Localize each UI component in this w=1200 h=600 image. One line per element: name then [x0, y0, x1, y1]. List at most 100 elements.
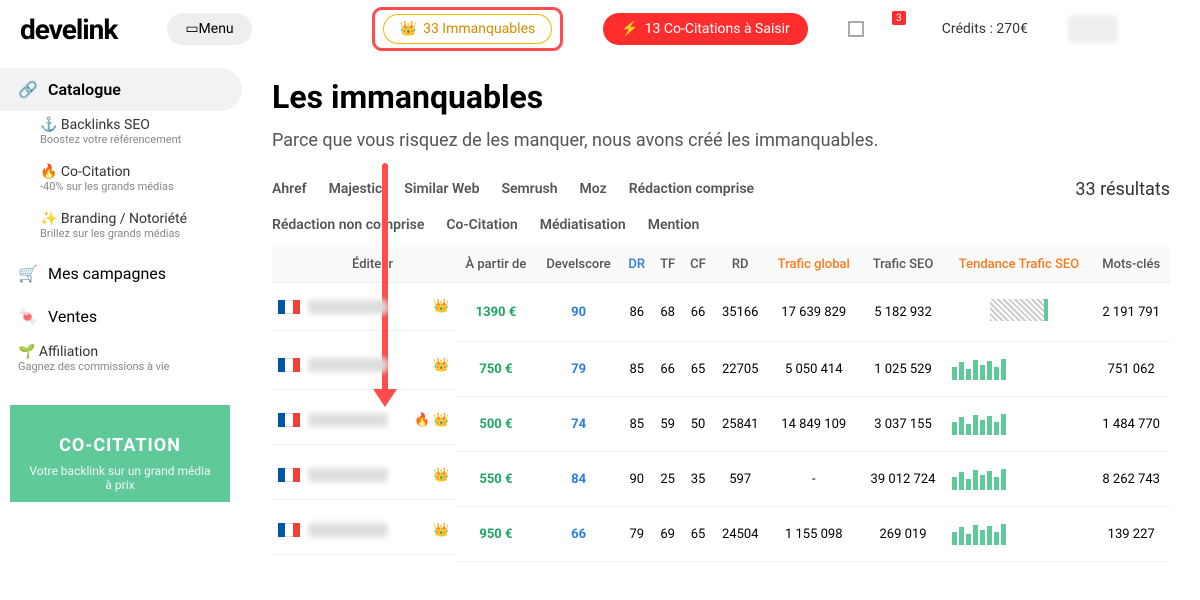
cell-traffic-global: -	[767, 452, 860, 507]
cell-rd2: 24504	[713, 507, 767, 562]
col-traffic-seo[interactable]: Trafic SEO	[860, 247, 945, 283]
row-badges: 👑	[433, 299, 449, 314]
editor-name-blurred	[308, 468, 388, 482]
cell-develscore: 84	[536, 452, 621, 507]
results-count: 33 résultats	[1075, 179, 1170, 200]
promo-banner[interactable]: CO-CITATION Votre backlink sur un grand …	[10, 405, 230, 502]
cell-price: 950 €	[456, 507, 537, 562]
filter-item[interactable]: Ahref	[272, 177, 307, 201]
cell-tf: 79	[621, 507, 653, 562]
filter-item[interactable]: Rédaction non comprise	[272, 213, 424, 237]
cell-cf: 68	[653, 283, 683, 342]
notifications-icon[interactable]: 3	[884, 19, 902, 39]
col-from[interactable]: À partir de	[456, 247, 537, 283]
table-row[interactable]: 👑550 €84902535597-39 012 7248 262 743	[272, 452, 1170, 507]
cart-icon: 🛒	[18, 264, 38, 283]
col-cf[interactable]: CF	[683, 247, 714, 283]
results-table: Éditeur À partir de Develscore DR TF CF …	[272, 247, 1170, 562]
immanquables-highlight: 👑 33 Immanquables	[372, 7, 564, 51]
table-row[interactable]: 🔥 👑500 €748559502584114 849 1093 037 155…	[272, 397, 1170, 452]
flag-fr-icon	[278, 300, 300, 314]
flag-fr-icon	[278, 523, 300, 537]
square-icon[interactable]	[848, 21, 864, 37]
sidebar-item-campagnes[interactable]: 🛒 Mes campagnes	[0, 252, 242, 295]
row-badges: 🔥 👑	[414, 413, 450, 428]
notification-count: 3	[892, 11, 906, 25]
promo-title: CO-CITATION	[28, 435, 212, 456]
avatar[interactable]	[1068, 15, 1118, 43]
immanquables-button[interactable]: 👑 33 Immanquables	[383, 14, 553, 44]
sidebar-item-label: Ventes	[48, 307, 97, 326]
table-row[interactable]: 👑750 €79856665227055 050 4141 025 529751…	[272, 342, 1170, 397]
cell-rd: 65	[683, 342, 714, 397]
flag-fr-icon	[278, 468, 300, 482]
cell-traffic-seo: 269 019	[860, 507, 945, 562]
filter-item[interactable]: Majestic	[329, 177, 383, 201]
cell-traffic-seo: 1 025 529	[860, 342, 945, 397]
cell-traffic-global: 5 050 414	[767, 342, 860, 397]
sales-icon: 🍬	[18, 307, 38, 326]
cell-develscore: 74	[536, 397, 621, 452]
cell-cf: 69	[653, 507, 683, 562]
sidebar-sub-backlinks[interactable]: ⚓ Backlinks SEO Boostez votre référencem…	[0, 111, 242, 158]
filter-item[interactable]: Rédaction comprise	[629, 177, 754, 201]
table-row[interactable]: 👑1390 €908668663516617 639 8295 182 9322…	[272, 283, 1170, 342]
cell-trend	[946, 507, 1093, 562]
cell-tf: 85	[621, 342, 653, 397]
sidebar-item-affiliation[interactable]: 🌱 Affiliation Gagnez des commissions à v…	[0, 338, 242, 385]
filter-row: Ahref Majestic Similar Web Semrush Moz R…	[272, 177, 1170, 237]
filter-item[interactable]: Médiatisation	[540, 213, 626, 237]
col-tf[interactable]: TF	[653, 247, 683, 283]
col-keywords[interactable]: Mots-clés	[1092, 247, 1170, 283]
editor-name-blurred	[308, 358, 388, 372]
row-badges: 👑	[433, 468, 449, 483]
cell-keywords: 8 262 743	[1092, 452, 1170, 507]
cell-trend	[946, 283, 1093, 342]
cell-rd2: 25841	[713, 397, 767, 452]
page-title: Les immanquables	[272, 78, 1170, 116]
sidebar-sub-cocitation[interactable]: 🔥 Co-Citation -40% sur les grands médias	[0, 158, 242, 205]
cell-traffic-seo: 39 012 724	[860, 452, 945, 507]
cell-tf: 86	[621, 283, 653, 342]
link-icon: 🔗	[18, 80, 38, 99]
cell-rd: 66	[683, 283, 714, 342]
credits-label: Crédits : 270€	[942, 21, 1028, 37]
sidebar-item-catalogue[interactable]: 🔗 Catalogue	[0, 68, 242, 111]
filter-item[interactable]: Moz	[580, 177, 607, 201]
cell-trend	[946, 342, 1093, 397]
cocitations-button[interactable]: ⚡ 13 Co-Citations à Saisir	[603, 13, 808, 45]
filter-item[interactable]: Similar Web	[404, 177, 479, 201]
cell-rd2: 597	[713, 452, 767, 507]
row-badges: 👑	[433, 523, 449, 538]
cell-traffic-global: 1 155 098	[767, 507, 860, 562]
row-badges: 👑	[433, 358, 449, 373]
sidebar-item-ventes[interactable]: 🍬 Ventes	[0, 295, 242, 338]
cell-rd2: 35166	[713, 283, 767, 342]
cell-cf: 59	[653, 397, 683, 452]
menu-button[interactable]: ▭Menu	[167, 13, 251, 45]
col-trend[interactable]: Tendance Trafic SEO	[946, 247, 1093, 283]
sidebar-item-label: Catalogue	[48, 80, 121, 99]
cell-rd: 50	[683, 397, 714, 452]
col-dr[interactable]: DR	[621, 247, 653, 283]
cell-traffic-seo: 3 037 155	[860, 397, 945, 452]
col-develscore[interactable]: Develscore	[536, 247, 621, 283]
cell-trend	[946, 397, 1093, 452]
cell-price: 1390 €	[456, 283, 537, 342]
cell-cf: 66	[653, 342, 683, 397]
cell-rd2: 22705	[713, 342, 767, 397]
col-editor[interactable]: Éditeur	[272, 247, 456, 283]
sidebar-sub-branding[interactable]: ✨ Branding / Notoriété Brillez sur les g…	[0, 205, 242, 252]
filter-item[interactable]: Mention	[648, 213, 700, 237]
editor-name-blurred	[308, 413, 388, 427]
cell-tf: 85	[621, 397, 653, 452]
col-traffic-global[interactable]: Trafic global	[767, 247, 860, 283]
cell-rd: 65	[683, 507, 714, 562]
col-rd[interactable]: RD	[713, 247, 767, 283]
filter-item[interactable]: Co-Citation	[446, 213, 517, 237]
table-row[interactable]: 👑950 €66796965245041 155 098269 019139 2…	[272, 507, 1170, 562]
filter-item[interactable]: Semrush	[501, 177, 557, 201]
cell-traffic-global: 17 639 829	[767, 283, 860, 342]
cell-price: 500 €	[456, 397, 537, 452]
cell-keywords: 2 191 791	[1092, 283, 1170, 342]
